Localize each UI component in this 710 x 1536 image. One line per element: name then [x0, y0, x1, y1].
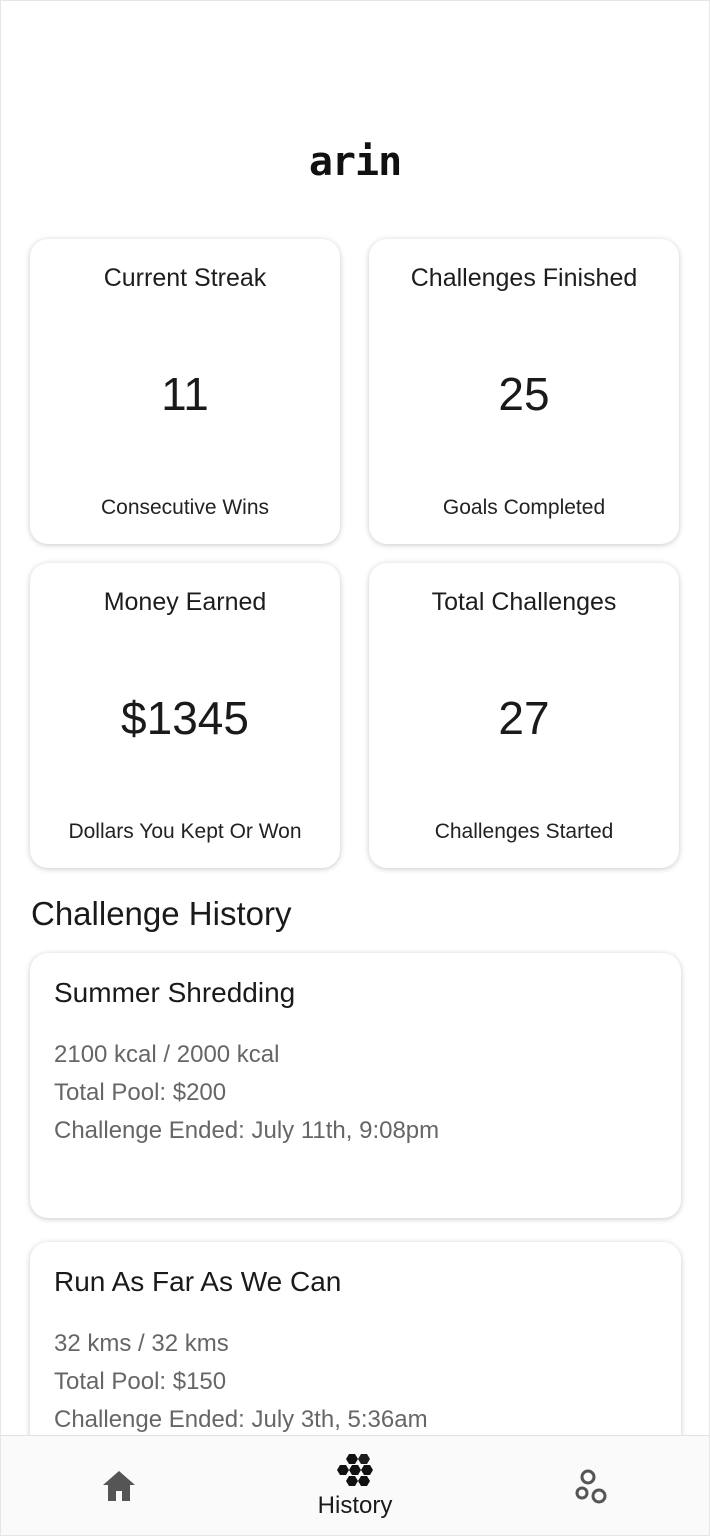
stat-value: 27 — [498, 692, 550, 744]
stat-value: 11 — [161, 368, 209, 420]
bottom-navigation: History — [1, 1435, 709, 1535]
stat-title: Challenges Finished — [410, 264, 638, 292]
history-pool: Total Pool: $150 — [54, 1368, 227, 1395]
nav-home-button[interactable] — [79, 1436, 159, 1535]
stat-value: 25 — [498, 368, 550, 420]
history-ended: Challenge Ended: July 11th, 9:08pm — [54, 1117, 440, 1144]
stat-title: Total Challenges — [431, 588, 617, 616]
stats-grid: Current Streak 11 Consecutive Wins Chall… — [30, 239, 681, 868]
nav-history-label: History — [317, 1492, 393, 1519]
challenge-history-heading: Challenge History — [31, 895, 292, 932]
stat-subtitle: Challenges Started — [434, 820, 614, 843]
stat-card-current-streak: Current Streak 11 Consecutive Wins — [30, 239, 340, 544]
history-card-details: 32 kms / 32 kms Total Pool: $150 Challen… — [54, 1325, 428, 1439]
stat-value: $1345 — [121, 692, 249, 744]
stat-card-challenges-finished: Challenges Finished 25 Goals Completed — [369, 239, 679, 544]
stat-card-total-challenges: Total Challenges 27 Challenges Started — [369, 563, 679, 868]
hexagon-cluster-icon — [337, 1454, 373, 1486]
history-pool: Total Pool: $200 — [54, 1079, 227, 1106]
stat-subtitle: Goals Completed — [442, 496, 606, 519]
stat-title: Money Earned — [103, 588, 267, 616]
history-ended: Challenge Ended: July 3th, 5:36am — [54, 1406, 428, 1433]
history-card-summer-shredding[interactable]: Summer Shredding 2100 kcal / 2000 kcal T… — [30, 953, 681, 1218]
history-progress: 32 kms / 32 kms — [54, 1330, 229, 1357]
history-card-title: Run As Far As We Can — [54, 1266, 342, 1297]
nav-history-button[interactable]: History — [295, 1436, 415, 1535]
circles-icon — [575, 1469, 607, 1504]
stat-subtitle: Consecutive Wins — [100, 496, 270, 519]
history-progress: 2100 kcal / 2000 kcal — [54, 1041, 280, 1068]
home-icon — [103, 1471, 135, 1501]
stat-card-money-earned: Money Earned $1345 Dollars You Kept Or W… — [30, 563, 340, 868]
app-screen: arin Current Streak 11 Consecutive Wins … — [0, 0, 710, 1536]
history-card-details: 2100 kcal / 2000 kcal Total Pool: $200 C… — [54, 1036, 439, 1150]
history-card-title: Summer Shredding — [54, 977, 296, 1008]
stat-subtitle: Dollars You Kept Or Won — [68, 820, 302, 843]
app-logo: arin — [308, 139, 402, 185]
nav-community-button[interactable] — [551, 1436, 631, 1535]
stat-title: Current Streak — [103, 264, 267, 292]
